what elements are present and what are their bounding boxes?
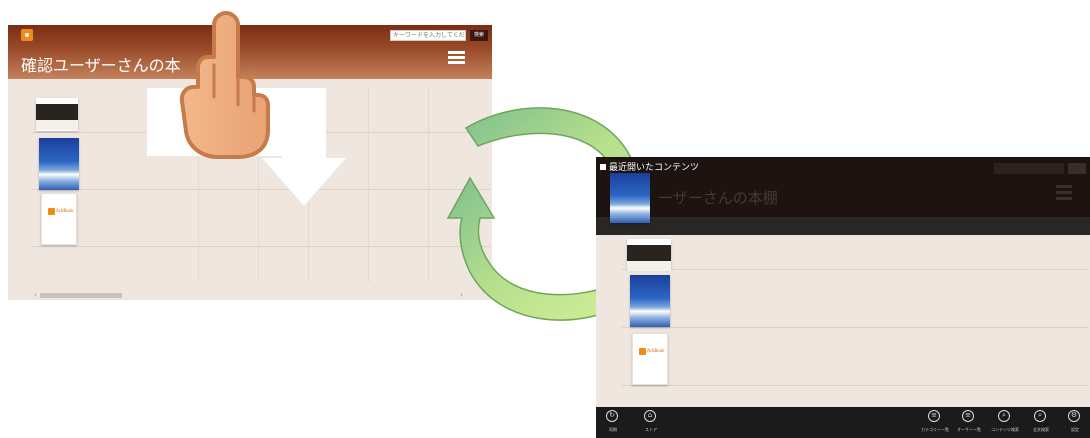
book-cover[interactable] [39,138,79,190]
grid-line [368,87,369,282]
book-cover[interactable] [630,275,670,327]
pointing-hand-icon [179,11,270,159]
content-search-icon: ⌕ [998,410,1010,422]
search-input[interactable]: キーワードを入力してください [390,30,466,41]
book-cover[interactable]: ActiBook [41,193,77,245]
book-cover[interactable] [36,98,78,131]
shelf-divider [622,269,1088,270]
content-search-button[interactable]: ⌕ コンテンツ検索 [988,410,1022,438]
list-view-icon [1056,185,1072,203]
page-title-dimmed: ーザーさんの本棚 [658,189,778,207]
shelf-divider [622,385,1088,386]
app-logo [21,29,33,41]
search-button[interactable]: 検索 [470,30,488,41]
grid-line [428,87,429,282]
search-button-dimmed [1068,163,1086,174]
scroll-left-icon[interactable]: ‹ [34,291,37,299]
sync-icon: ↻ [606,410,618,422]
shelf-divider [32,189,490,190]
recent-book-cover[interactable] [610,173,650,223]
store-button[interactable]: ⌂ ストア [634,410,668,438]
shelf-divider [622,327,1088,328]
list-view-icon[interactable] [448,51,465,65]
fulltext-search-icon: ⌕ [1034,410,1046,422]
store-icon: ⌂ [644,410,656,422]
app-bar: ↻ 同期 ⌂ ストア ≡ カテゴリー一覧 ≡ オーサー一覧 ⌕ コンテンツ検索 … [596,407,1090,438]
fulltext-search-button[interactable]: ⌕ 全文検索 [1024,410,1058,438]
book-cover[interactable] [627,239,671,271]
shelf-divider [32,246,490,247]
author-list-icon: ≡ [962,410,974,422]
search-input-dimmed [994,163,1064,174]
category-list-button[interactable]: ≡ カテゴリー一覧 [918,410,952,438]
bookshelf-screen-after: 最近開いたコンテンツ ーザーさんの本棚 ActiBook ↻ 同期 ⌂ ストア … [596,157,1090,438]
book-cover[interactable]: ActiBook [632,333,668,385]
page-title: 確認ユーザーさんの本 [21,56,181,75]
horizontal-scrollbar[interactable] [40,293,122,298]
category-list-icon: ≡ [928,410,940,422]
settings-icon: ⚙ [1068,410,1080,422]
recent-content-label: 最近開いたコンテンツ [600,160,699,173]
brand-logo-icon [48,208,55,215]
author-list-button[interactable]: ≡ オーサー一覧 [952,410,986,438]
brand-logo-icon [639,348,646,355]
recent-content-bar: 最近開いたコンテンツ ーザーさんの本棚 [596,157,1090,235]
sync-button[interactable]: ↻ 同期 [596,410,630,438]
settings-button[interactable]: ⚙ 設定 [1058,410,1090,438]
